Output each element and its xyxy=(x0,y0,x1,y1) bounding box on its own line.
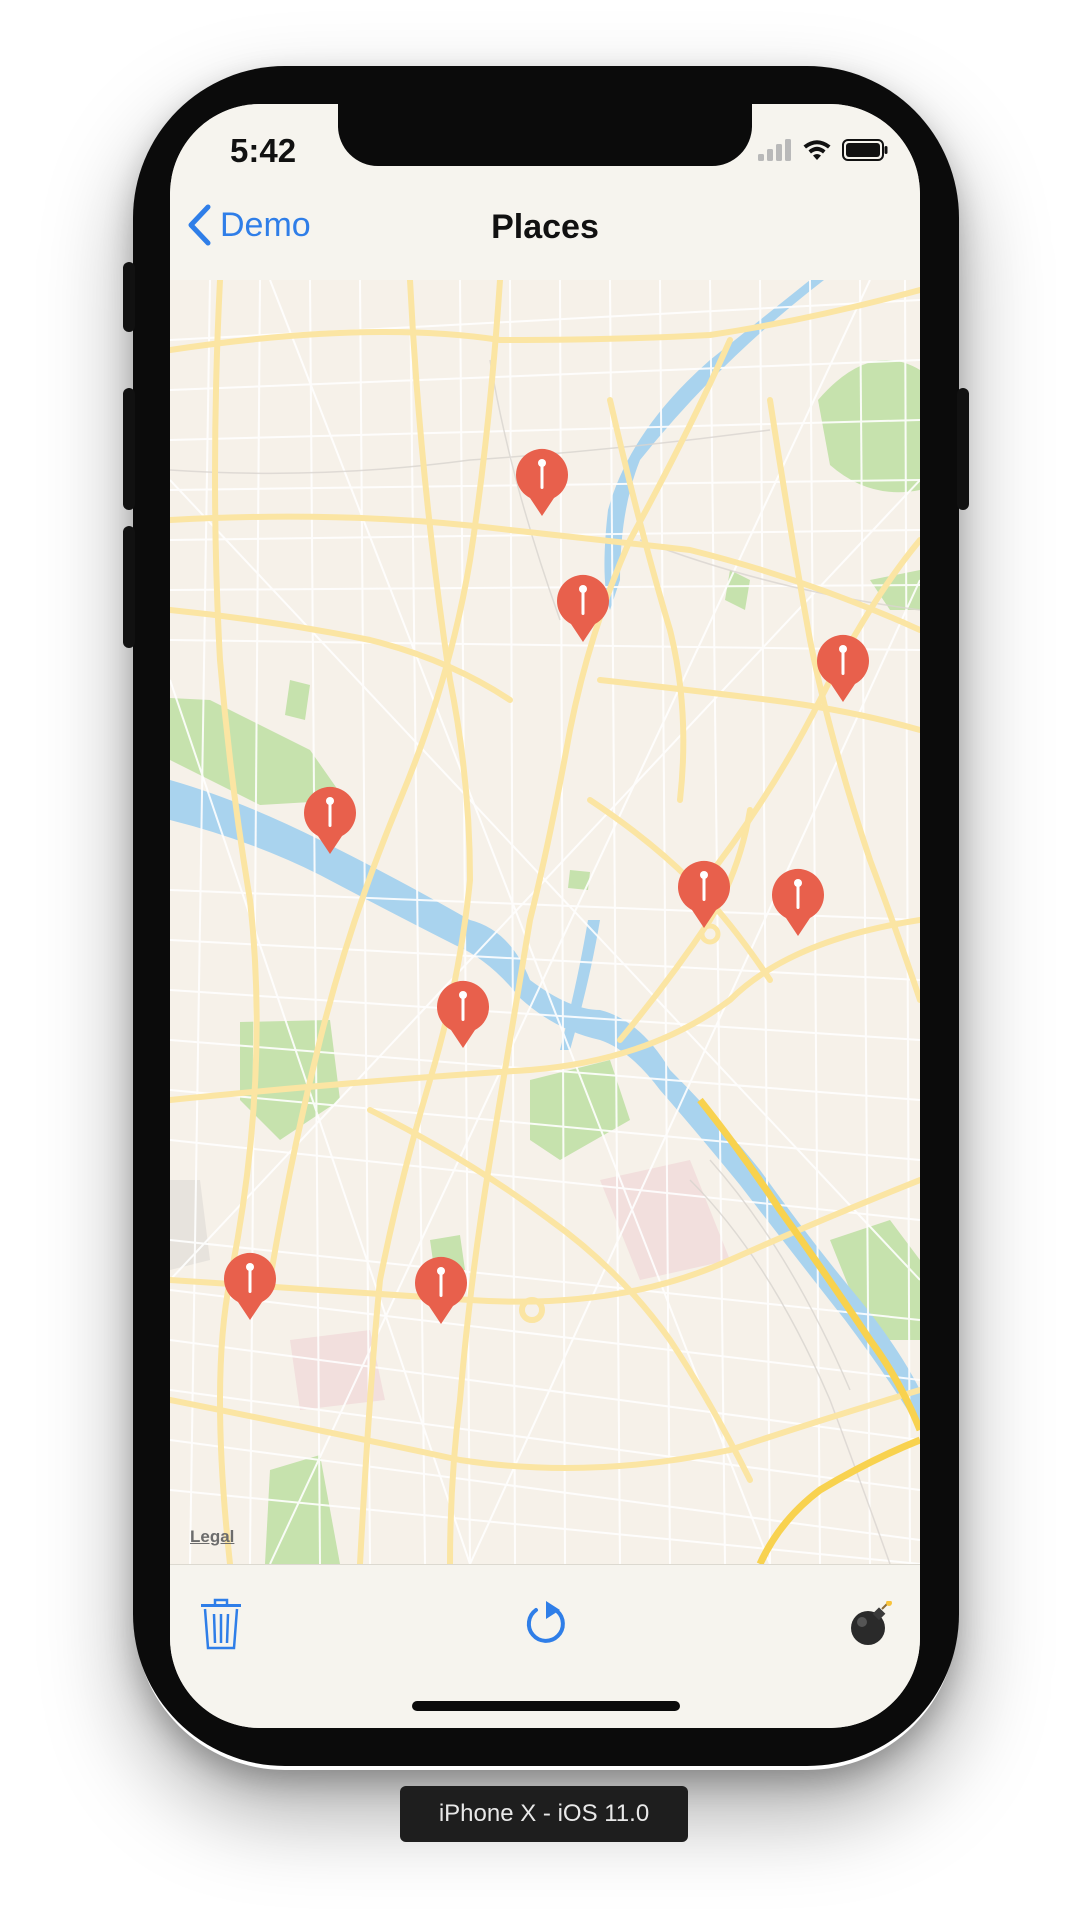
place-pin[interactable] xyxy=(815,634,871,704)
place-pin[interactable] xyxy=(222,1252,278,1322)
wifi-icon xyxy=(803,140,831,160)
bomb-icon xyxy=(851,1601,892,1645)
status-time: 5:42 xyxy=(230,132,297,169)
place-pin[interactable] xyxy=(555,574,611,644)
place-pin[interactable] xyxy=(514,448,570,518)
bottom-toolbar xyxy=(170,1564,920,1728)
power-button xyxy=(957,388,969,510)
cellular-signal-icon xyxy=(758,139,791,161)
notch xyxy=(338,104,752,166)
battery-icon xyxy=(842,139,888,161)
trash-icon xyxy=(201,1598,241,1650)
place-pin[interactable] xyxy=(770,868,826,938)
refresh-button[interactable] xyxy=(510,1589,580,1659)
legal-link[interactable]: Legal xyxy=(190,1527,234,1547)
mute-switch xyxy=(123,262,135,332)
device-label: iPhone X - iOS 11.0 xyxy=(400,1786,688,1842)
status-icons xyxy=(758,138,888,162)
map-view[interactable]: Legal xyxy=(170,280,920,1564)
page-title: Places xyxy=(491,208,599,246)
place-pin[interactable] xyxy=(413,1256,469,1326)
refresh-icon xyxy=(526,1601,565,1643)
place-pin[interactable] xyxy=(435,980,491,1050)
trash-button[interactable] xyxy=(186,1589,256,1659)
home-indicator[interactable] xyxy=(412,1701,680,1711)
place-pin[interactable] xyxy=(676,860,732,930)
volume-up-button xyxy=(123,388,135,510)
place-pin[interactable] xyxy=(302,786,358,856)
bomb-button[interactable] xyxy=(836,1589,906,1659)
screen: Demo Places 5:42 Legal xyxy=(170,104,920,1728)
volume-down-button xyxy=(123,526,135,648)
